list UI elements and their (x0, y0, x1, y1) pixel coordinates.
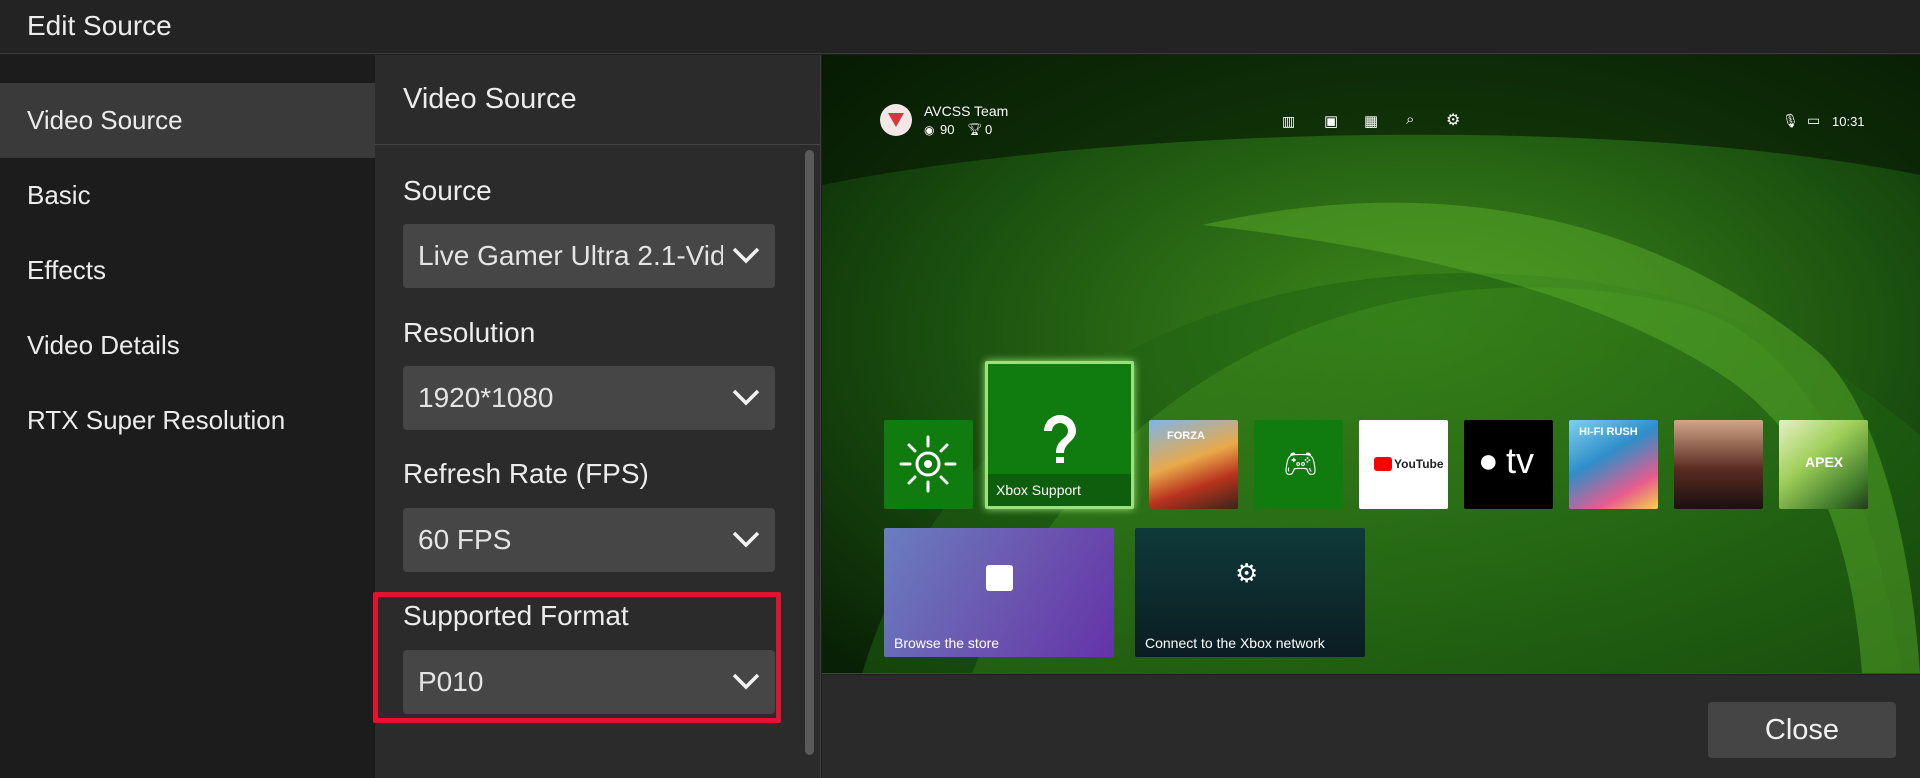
gear-icon[interactable]: ⚙ (1446, 110, 1460, 130)
network-icon: ⚙︎ (1235, 558, 1259, 588)
sidebar-item-effects[interactable]: Effects (0, 233, 375, 308)
store-top-icon[interactable]: ▦ (1364, 112, 1378, 130)
tile-forza[interactable]: FORZA (1149, 420, 1238, 509)
tile-dead-or-alive[interactable] (1674, 420, 1763, 509)
panel-header: Video Source (375, 55, 821, 145)
sidebar-item-rtx-super-resolution[interactable]: RTX Super Resolution (0, 383, 375, 458)
source-label: Source (403, 175, 492, 206)
battery-icon: ▭ (1807, 112, 1821, 128)
card-browse-store[interactable]: Browse the store (884, 528, 1114, 657)
profile-avatar[interactable] (880, 104, 912, 136)
panel-title: Video Source (403, 83, 577, 115)
tile-apex-label: APEX (1805, 454, 1844, 470)
sun-icon (899, 435, 957, 493)
resolution-value: 1920*1080 (418, 382, 554, 413)
sidebar-item-video-source[interactable]: Video Source (0, 83, 375, 158)
scrollbar-thumb[interactable] (805, 150, 814, 755)
refresh-rate-value: 60 FPS (418, 524, 512, 555)
resolution-select[interactable]: 1920*1080 (403, 366, 775, 430)
chevron-down-icon (732, 389, 760, 406)
question-icon (1044, 415, 1076, 463)
tile-apple-tv[interactable]: ● tv (1464, 420, 1553, 509)
trophy-icon: 🏆︎ (967, 122, 983, 136)
tile-xbox-support[interactable]: Xbox Support (985, 361, 1134, 509)
source-value: Live Gamer Ultra 2.1-Video (418, 240, 723, 271)
tile-xbox-support-label: Xbox Support (996, 482, 1081, 498)
youtube-play-icon (1374, 457, 1392, 471)
source-select[interactable]: Live Gamer Ultra 2.1-Video (403, 224, 775, 288)
profile-name: AVCSS Team (924, 103, 1009, 119)
gamerscore-value: 90 (940, 122, 955, 137)
video-preview: AVCSS Team ◉ 90 🏆︎ 0 ▥ ▣ ▦ ⌕ ⚙ 🎙︎ ▭ 10:3… (822, 55, 1920, 674)
card-connect-network-label: Connect to the Xbox network (1145, 635, 1325, 651)
chevron-down-icon (732, 247, 760, 264)
mic-muted-icon: 🎙︎ (1782, 113, 1799, 128)
guide-icon[interactable]: ▣ (1324, 112, 1338, 130)
gamerscore-icon: ◉ (924, 123, 935, 137)
store-icon (986, 565, 1013, 591)
clock-text: 10:31 (1832, 114, 1865, 129)
avatar-icon (888, 113, 904, 127)
title-bar: Edit Source (0, 0, 1920, 54)
controller-icon: 🎮︎ (1283, 448, 1319, 479)
refresh-rate-select[interactable]: 60 FPS (403, 508, 775, 572)
achievements-value: 0 (985, 122, 993, 137)
tile-apple-tv-label: tv (1506, 440, 1535, 481)
card-browse-store-label: Browse the store (894, 635, 1000, 651)
tile-game-pass[interactable]: 🎮︎ (1254, 420, 1343, 509)
tile-green-app[interactable] (884, 420, 973, 509)
search-icon[interactable]: ⌕ (1406, 111, 1414, 128)
sidebar-item-basic[interactable]: Basic (0, 158, 375, 233)
sidebar-nav: Video Source Basic Effects Video Details… (0, 55, 375, 778)
tile-apex[interactable]: APEX (1779, 420, 1868, 509)
window-title: Edit Source (27, 10, 172, 41)
tile-youtube[interactable]: YouTube (1359, 420, 1448, 509)
sidebar-item-video-details[interactable]: Video Details (0, 308, 375, 383)
tile-youtube-label: YouTube (1394, 457, 1444, 471)
tile-hifi-rush-label: HI-FI RUSH (1579, 426, 1638, 438)
library-icon[interactable]: ▥ (1282, 113, 1295, 130)
refresh-rate-label: Refresh Rate (FPS) (403, 458, 649, 489)
highlight-box (373, 592, 781, 723)
chevron-down-icon (732, 531, 760, 548)
tile-hifi-rush[interactable]: HI-FI RUSH (1569, 420, 1658, 509)
apple-icon: ● (1478, 442, 1499, 480)
close-button[interactable]: Close (1708, 702, 1896, 758)
tile-forza-label: FORZA (1167, 430, 1205, 442)
resolution-label: Resolution (403, 317, 536, 348)
card-connect-network[interactable]: ⚙︎ Connect to the Xbox network (1135, 528, 1365, 657)
